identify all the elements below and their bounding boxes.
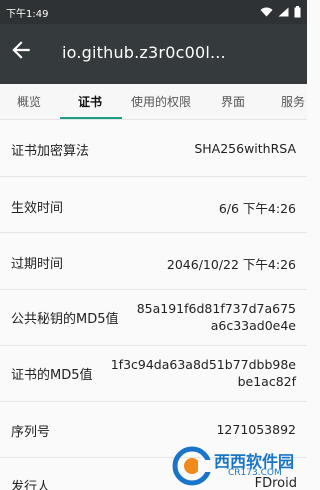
row-label: 生效时间 bbox=[11, 201, 64, 216]
row-valid-until: 过期时间 2046/10/22 下午4:26 bbox=[0, 233, 307, 290]
tab-services[interactable]: 服务 bbox=[281, 93, 305, 110]
row-value-line: be1ac82f bbox=[237, 374, 296, 389]
row-value: SHA256withRSA bbox=[194, 141, 296, 156]
row-label: 公共秘钥的MD5值 bbox=[11, 312, 119, 327]
wifi-icon bbox=[260, 7, 273, 17]
row-value: 1f3c94da63a8d51b77dbb98e be1ac82f bbox=[111, 356, 296, 390]
row-valid-from: 生效时间 6/6 下午4:26 bbox=[0, 177, 307, 233]
row-value-line: 85a191f6d81f737d7a675 bbox=[136, 301, 296, 316]
row-label: 证书的MD5值 bbox=[11, 368, 93, 383]
watermark-logo-icon bbox=[172, 446, 214, 486]
row-value: 85a191f6d81f737d7a675 a6c33ad0e4e bbox=[137, 300, 296, 334]
tab-interface[interactable]: 界面 bbox=[221, 93, 245, 110]
row-public-key-md5: 公共秘钥的MD5值 85a191f6d81f737d7a675 a6c33ad0… bbox=[0, 290, 307, 346]
row-signature-algorithm: 证书加密算法 SHA256withRSA bbox=[0, 120, 307, 177]
app-bar: io.github.z3r0c00l... bbox=[0, 24, 307, 84]
status-bar: 下午1:49 bbox=[0, 0, 307, 24]
row-label: 发行人 bbox=[11, 480, 51, 490]
row-value: 6/6 下午4:26 bbox=[218, 201, 296, 216]
status-time: 下午1:49 bbox=[6, 9, 49, 20]
row-certificate-md5: 证书的MD5值 1f3c94da63a8d51b77dbb98e be1ac82… bbox=[0, 346, 307, 402]
row-value-line: 1f3c94da63a8d51b77dbb98e bbox=[110, 357, 296, 372]
tab-certificate[interactable]: 证书 bbox=[78, 93, 102, 110]
issuer-value: FDroid bbox=[254, 476, 297, 490]
row-label: 过期时间 bbox=[11, 257, 64, 272]
tab-overview[interactable]: 概览 bbox=[17, 93, 41, 110]
site-watermark: 西西软件园 CR173.COM FDroid bbox=[170, 444, 307, 490]
status-icons bbox=[260, 6, 301, 18]
row-label: 序列号 bbox=[11, 425, 51, 440]
tab-permissions[interactable]: 使用的权限 bbox=[131, 93, 191, 110]
battery-icon bbox=[294, 6, 301, 18]
row-value: 1271053892 bbox=[216, 422, 296, 437]
tab-bar: 概览 证书 使用的权限 界面 服务 bbox=[0, 84, 307, 120]
app-title: io.github.z3r0c00l... bbox=[62, 43, 226, 62]
row-label: 证书加密算法 bbox=[11, 144, 90, 159]
cellular-signal-icon bbox=[278, 7, 289, 17]
row-value: 2046/10/22 下午4:26 bbox=[166, 257, 296, 272]
row-value-line: a6c33ad0e4e bbox=[210, 318, 296, 333]
back-arrow-icon[interactable] bbox=[8, 37, 34, 63]
